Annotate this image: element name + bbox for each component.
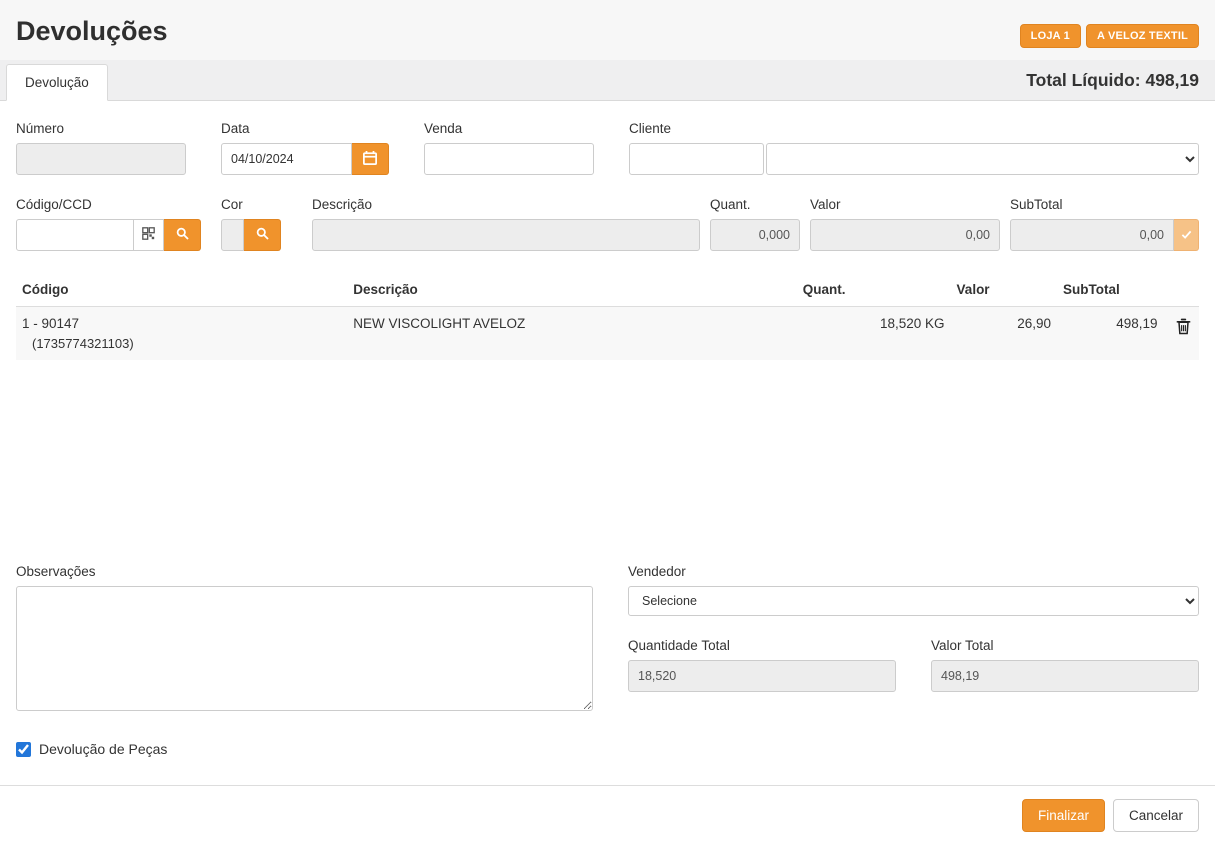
lower-section: Observações Vendedor Selecione Quantidad… xyxy=(16,564,1199,711)
cell-descricao: NEW VISCOLIGHT AVELOZ xyxy=(347,307,797,361)
cor-label: Cor xyxy=(221,197,281,212)
subtotal-input xyxy=(1010,219,1174,251)
calendar-icon xyxy=(363,151,377,168)
col-header-subtotal: SubTotal xyxy=(1057,273,1163,307)
spacer xyxy=(16,360,1199,564)
col-header-codigo: Código xyxy=(16,273,347,307)
data-input[interactable] xyxy=(221,143,352,175)
valor-input xyxy=(810,219,1000,251)
quantidade-total-label: Quantidade Total xyxy=(628,638,896,653)
items-table: Código Descrição Quant. Valor SubTotal 1… xyxy=(16,273,1199,360)
valor-total-label: Valor Total xyxy=(931,638,1199,653)
descricao-input xyxy=(312,219,700,251)
observacoes-textarea[interactable] xyxy=(16,586,593,711)
item-codigo-barcode: (1735774321103) xyxy=(22,336,341,351)
search-icon xyxy=(256,227,269,243)
main-content: Número Data Venda Cliente xyxy=(0,101,1215,757)
cell-subtotal: 498,19 xyxy=(1057,307,1163,361)
numero-label: Número xyxy=(16,121,186,136)
col-header-descricao: Descrição xyxy=(347,273,797,307)
form-row-2: Código/CCD Cor xyxy=(16,197,1199,251)
descricao-label: Descrição xyxy=(312,197,700,212)
col-header-actions xyxy=(1163,273,1199,307)
codigo-ccd-label: Código/CCD xyxy=(16,197,201,212)
devolucao-pecas-checkbox[interactable] xyxy=(16,742,31,757)
col-header-valor: Valor xyxy=(951,273,1057,307)
quantidade-total-input xyxy=(628,660,896,692)
cell-actions xyxy=(1163,307,1199,361)
codigo-ccd-input[interactable] xyxy=(16,219,134,251)
form-row-1: Número Data Venda Cliente xyxy=(16,121,1199,175)
cliente-code-input[interactable] xyxy=(629,143,764,175)
subtotal-label: SubTotal xyxy=(1010,197,1199,212)
page-header: Devoluções LOJA 1 A VELOZ TEXTIL xyxy=(0,0,1215,60)
venda-input[interactable] xyxy=(424,143,594,175)
devolucao-pecas-row: Devolução de Peças xyxy=(16,741,1199,757)
cell-quant: 18,520 KG xyxy=(797,307,951,361)
cor-search-button[interactable] xyxy=(244,219,281,251)
quant-input xyxy=(710,219,800,251)
cliente-label: Cliente xyxy=(629,121,1199,136)
valor-label: Valor xyxy=(810,197,1000,212)
store-button[interactable]: LOJA 1 xyxy=(1020,24,1081,48)
delete-item-button[interactable] xyxy=(1174,316,1193,340)
quant-label: Quant. xyxy=(710,197,800,212)
table-header-row: Código Descrição Quant. Valor SubTotal xyxy=(16,273,1199,307)
cor-input xyxy=(221,219,244,251)
valor-total-input xyxy=(931,660,1199,692)
trash-icon xyxy=(1176,323,1191,338)
page-footer: Finalizar Cancelar xyxy=(0,785,1215,845)
devolucao-pecas-label: Devolução de Peças xyxy=(39,741,167,757)
finalizar-button[interactable]: Finalizar xyxy=(1022,799,1105,832)
vendedor-select[interactable]: Selecione xyxy=(628,586,1199,616)
tab-strip: Devolução Total Líquido: 498,19 xyxy=(0,60,1215,101)
codigo-search-button[interactable] xyxy=(164,219,201,251)
col-header-quant: Quant. xyxy=(797,273,951,307)
observacoes-label: Observações xyxy=(16,564,593,579)
check-icon xyxy=(1181,228,1192,243)
barcode-icon xyxy=(142,227,155,243)
search-icon xyxy=(176,227,189,243)
cell-valor: 26,90 xyxy=(951,307,1057,361)
cliente-select[interactable] xyxy=(766,143,1199,175)
table-row: 1 - 90147 (1735774321103) NEW VISCOLIGHT… xyxy=(16,307,1199,361)
venda-label: Venda xyxy=(424,121,594,136)
numero-input xyxy=(16,143,186,175)
company-button[interactable]: A VELOZ TEXTIL xyxy=(1086,24,1199,48)
header-buttons: LOJA 1 A VELOZ TEXTIL xyxy=(1020,24,1199,48)
vendedor-label: Vendedor xyxy=(628,564,1199,579)
item-codigo: 1 - 90147 xyxy=(22,316,341,331)
cell-codigo: 1 - 90147 (1735774321103) xyxy=(16,307,347,361)
total-liquido-label: Total Líquido: 498,19 xyxy=(1026,70,1199,100)
page-title: Devoluções xyxy=(16,16,168,47)
tab-devolucao[interactable]: Devolução xyxy=(6,64,108,101)
confirm-item-button[interactable] xyxy=(1174,219,1199,251)
barcode-button[interactable] xyxy=(134,219,164,251)
cancelar-button[interactable]: Cancelar xyxy=(1113,799,1199,832)
calendar-button[interactable] xyxy=(352,143,389,175)
data-label: Data xyxy=(221,121,389,136)
